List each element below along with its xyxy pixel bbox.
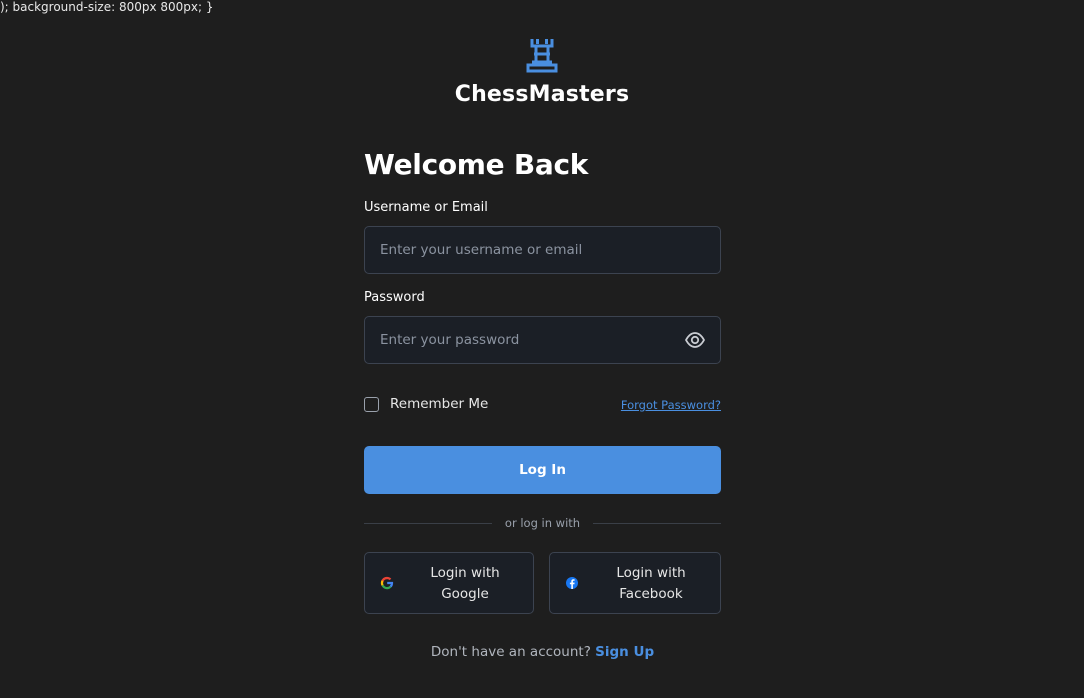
google-login-label: Login with Google xyxy=(405,563,525,605)
username-field-wrapper xyxy=(364,226,721,274)
signup-link[interactable]: Sign Up xyxy=(595,644,654,660)
divider-line-right xyxy=(593,523,721,524)
password-label: Password xyxy=(364,290,425,305)
remember-me-checkbox[interactable] xyxy=(364,396,379,412)
facebook-login-line2: Facebook xyxy=(619,586,683,602)
divider: or log in with xyxy=(364,516,721,532)
google-icon xyxy=(380,576,394,590)
remember-me-label: Remember Me xyxy=(390,396,489,412)
login-form: Welcome Back Username or Email Password … xyxy=(364,146,721,660)
chess-rook-icon xyxy=(526,39,558,73)
google-login-line2: Google xyxy=(441,586,489,602)
username-label: Username or Email xyxy=(364,200,488,215)
facebook-login-button[interactable]: Login with Facebook xyxy=(549,552,721,614)
brand-name: ChessMasters xyxy=(454,82,630,107)
facebook-login-line1: Login with xyxy=(616,565,686,581)
remember-me[interactable]: Remember Me xyxy=(364,396,488,412)
forgot-password-link[interactable]: Forgot Password? xyxy=(621,398,721,412)
login-button[interactable]: Log In xyxy=(364,446,721,494)
eye-icon[interactable] xyxy=(684,330,706,350)
google-login-line1: Login with xyxy=(430,565,500,581)
facebook-login-label: Login with Facebook xyxy=(590,563,712,605)
brand-header: ChessMasters xyxy=(0,36,1084,107)
stray-css-text: ); background-size: 800px 800px; } xyxy=(0,0,214,14)
page-title: Welcome Back xyxy=(364,148,589,181)
password-field-wrapper xyxy=(364,316,721,364)
google-login-button[interactable]: Login with Google xyxy=(364,552,534,614)
facebook-icon xyxy=(566,577,578,589)
signup-prompt-text: Don't have an account? xyxy=(430,644,591,660)
password-input[interactable] xyxy=(365,317,680,363)
signup-prompt: Don't have an account? Sign Up xyxy=(364,644,721,660)
username-input[interactable] xyxy=(365,227,680,273)
